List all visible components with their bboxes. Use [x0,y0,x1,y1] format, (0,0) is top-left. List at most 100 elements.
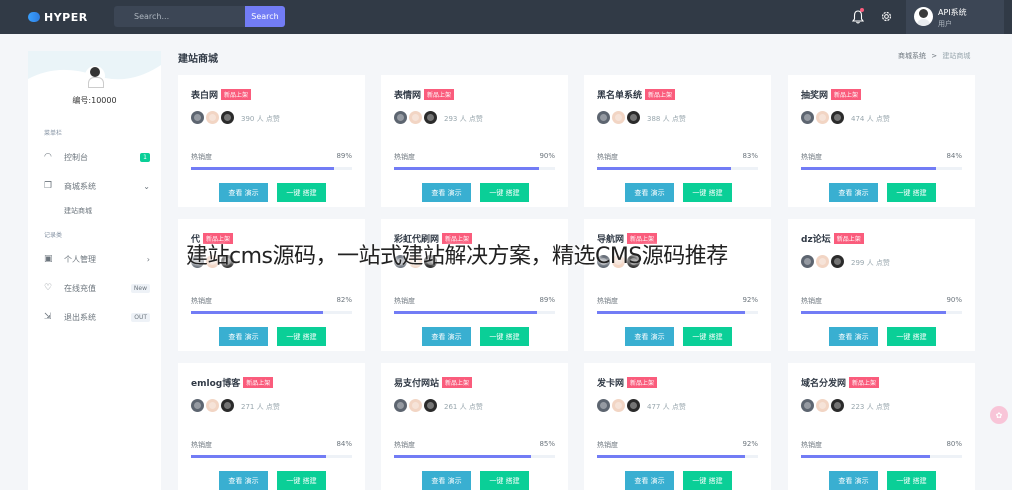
one-click-build-button[interactable]: 一键 搭建 [480,183,529,202]
sidebar-subitem-site-store[interactable]: 建站商城 [64,206,92,216]
sidebar-section-records: 记录类 [44,232,63,239]
new-badge: New [130,283,150,293]
one-click-build-button[interactable]: 一键 搭建 [480,471,529,490]
breadcrumb-separator: > [931,52,938,60]
new-product-tag: 新品上架 [424,89,455,100]
avatar [597,399,610,412]
view-demo-button[interactable]: 查看 演示 [422,183,471,202]
brand-logo[interactable]: HYPER [28,10,88,24]
product-card: dz论坛 新品上架 299 人 点赞 热销度 90% 查看 演示 一键 搭建 [788,219,975,351]
chat-icon: ✿ [995,410,1003,420]
liker-avatars [597,111,640,124]
avatar [831,255,844,268]
card-title[interactable]: emlog博客 新品上架 [191,376,274,389]
one-click-build-button[interactable]: 一键 搭建 [683,471,732,490]
card-title-text: 表情网 [394,91,422,101]
new-product-tag: 新品上架 [243,377,274,388]
sidebar-item-label: 在线充值 [64,283,96,293]
card-title[interactable]: 黑名单系统 新品上架 [597,88,676,101]
brand-name: HYPER [44,10,88,24]
hot-percent: 83% [742,152,758,160]
bell-icon[interactable] [852,10,864,24]
hot-progress-bar [597,311,758,314]
view-demo-button[interactable]: 查看 演示 [829,471,878,490]
card-title[interactable]: 表白网 新品上架 [191,88,252,101]
hot-label: 热销度 [801,153,822,161]
avatar [816,111,829,124]
card-title-text: 抽奖网 [801,91,829,101]
hot-label: 热销度 [801,441,822,449]
view-demo-button[interactable]: 查看 演示 [219,327,268,346]
floating-help-button[interactable]: ✿ [990,406,1008,424]
likes-count: 293 人 点赞 [444,114,483,124]
search-input[interactable] [114,6,245,27]
card-title[interactable]: 表情网 新品上架 [394,88,455,101]
card-title[interactable]: 抽奖网 新品上架 [801,88,862,101]
card-title[interactable]: 域名分发网 新品上架 [801,376,880,389]
overlay-caption: 建站cms源码，一站式建站解决方案，精选CMS源码推荐 [186,244,728,269]
product-card: emlog博客 新品上架 271 人 点赞 热销度 84% 查看 演示 一键 搭建 [178,363,365,490]
sidebar-item-console[interactable]: ◠ 控制台 1 [44,150,150,164]
one-click-build-button[interactable]: 一键 搭建 [277,327,326,346]
search-box [114,6,245,27]
avatar [627,399,640,412]
one-click-build-button[interactable]: 一键 搭建 [683,183,732,202]
hot-progress-fill [191,167,335,170]
view-demo-button[interactable]: 查看 演示 [422,327,471,346]
card-title-text: 黑名单系统 [597,91,643,101]
hot-progress-bar [394,311,555,314]
hot-progress-bar [394,455,555,458]
user-avatar[interactable] [914,7,933,26]
view-demo-button[interactable]: 查看 演示 [625,183,674,202]
sidebar-item-store[interactable]: ❐ 商城系统 ⌄ [44,179,150,193]
breadcrumb-current: 建站商城 [942,52,971,60]
avatar [191,111,204,124]
view-demo-button[interactable]: 查看 演示 [829,327,878,346]
hot-percent: 84% [336,440,352,448]
gear-icon[interactable] [880,10,893,23]
sidebar-item-logout[interactable]: ⇲ 退出系统 OUT [44,310,150,324]
one-click-build-button[interactable]: 一键 搭建 [277,183,326,202]
hot-label: 热销度 [597,297,618,305]
sidebar-item-label: 控制台 [64,152,88,162]
hot-progress-fill [597,167,731,170]
liker-avatars [191,111,234,124]
new-product-tag: 新品上架 [221,89,252,100]
view-demo-button[interactable]: 查看 演示 [829,183,878,202]
sidebar-item-personal[interactable]: ▣ 个人管理 › [44,252,150,266]
liker-avatars [394,111,437,124]
likes-number: 293 [444,115,458,123]
one-click-build-button[interactable]: 一键 搭建 [887,471,936,490]
avatar [801,399,814,412]
likes-suffix: 人 点赞 [459,403,483,411]
one-click-build-button[interactable]: 一键 搭建 [683,327,732,346]
likes-suffix: 人 点赞 [256,115,280,123]
avatar [801,255,814,268]
likes-number: 261 [444,403,458,411]
chevron-right-icon: › [146,254,150,264]
card-title[interactable]: dz论坛 新品上架 [801,232,864,245]
card-title[interactable]: 易支付网站 新品上架 [394,376,473,389]
view-demo-button[interactable]: 查看 演示 [422,471,471,490]
card-title[interactable]: 发卡网 新品上架 [597,376,658,389]
page-title: 建站商城 [178,54,218,65]
likes-count: 223 人 点赞 [851,402,890,412]
liker-avatars [191,399,234,412]
avatar [394,399,407,412]
one-click-build-button[interactable]: 一键 搭建 [480,327,529,346]
one-click-build-button[interactable]: 一键 搭建 [277,471,326,490]
breadcrumb-item[interactable]: 商城系统 [898,52,926,60]
avatar [816,255,829,268]
likes-suffix: 人 点赞 [662,403,686,411]
one-click-build-button[interactable]: 一键 搭建 [887,183,936,202]
hot-progress-bar [191,455,352,458]
likes-count: 271 人 点赞 [241,402,280,412]
view-demo-button[interactable]: 查看 演示 [219,183,268,202]
sidebar-item-recharge[interactable]: ♡ 在线充值 New [44,281,150,295]
one-click-build-button[interactable]: 一键 搭建 [887,327,936,346]
view-demo-button[interactable]: 查看 演示 [625,471,674,490]
view-demo-button[interactable]: 查看 演示 [219,471,268,490]
likes-suffix: 人 点赞 [866,259,890,267]
view-demo-button[interactable]: 查看 演示 [625,327,674,346]
search-button[interactable]: Search [245,6,285,27]
